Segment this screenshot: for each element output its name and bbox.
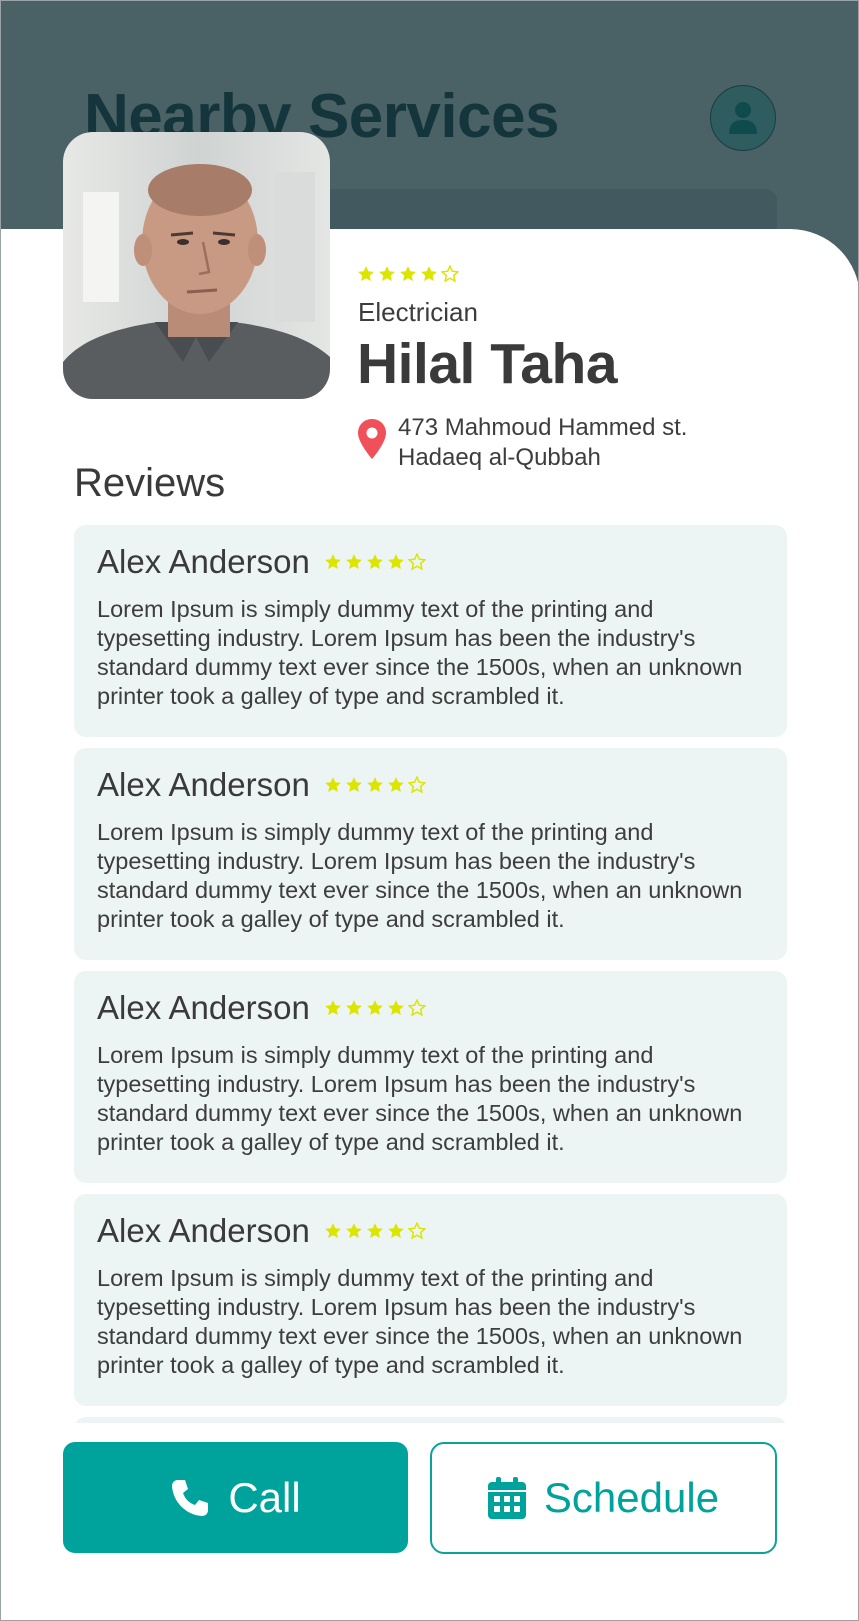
- star-outline-icon: [407, 1222, 426, 1240]
- star-filled-icon: [345, 1000, 362, 1016]
- worker-name: Hilal Taha: [357, 332, 618, 396]
- call-button[interactable]: Call: [63, 1442, 408, 1553]
- review-author: Alex Anderson: [97, 1212, 310, 1249]
- review-author: Alex Anderson: [97, 766, 310, 803]
- star-filled-icon: [366, 1223, 383, 1239]
- star-filled-icon: [324, 554, 341, 570]
- phone-icon: [172, 1479, 209, 1516]
- review-card: Alex Anderson Lorem Ipsum is simply dumm…: [74, 1194, 787, 1406]
- review-text: Lorem Ipsum is simply dummy text of the …: [97, 1042, 743, 1155]
- star-filled-icon: [345, 1223, 362, 1239]
- schedule-button[interactable]: Schedule: [430, 1442, 777, 1554]
- star-filled-icon: [324, 1223, 341, 1239]
- star-filled-icon: [366, 554, 383, 570]
- star-outline-icon: [407, 553, 426, 571]
- worker-address: 473 Mahmoud Hammed st. Hadaeq al-Qubbah: [398, 413, 687, 473]
- star-filled-icon: [324, 1000, 341, 1016]
- profile-button[interactable]: [710, 85, 776, 151]
- star-filled-icon: [366, 777, 383, 793]
- schedule-label: Schedule: [543, 1474, 720, 1521]
- review-rating: [324, 999, 426, 1017]
- star-filled-icon: [421, 266, 437, 282]
- worker-rating: [357, 265, 459, 283]
- star-filled-icon: [345, 777, 362, 793]
- review-card: Alex Anderson Lorem Ipsum is simply dumm…: [74, 971, 787, 1183]
- review-card-partial: [74, 1417, 787, 1423]
- review-author: Alex Anderson: [97, 543, 310, 580]
- star-filled-icon: [366, 1000, 383, 1016]
- star-filled-icon: [345, 554, 362, 570]
- star-filled-icon: [358, 266, 374, 282]
- star-filled-icon: [387, 1223, 404, 1239]
- worker-profession: Electrician: [358, 297, 478, 327]
- star-outline-icon: [407, 776, 426, 794]
- star-outline-icon: [407, 999, 426, 1017]
- star-filled-icon: [387, 777, 404, 793]
- review-text: Lorem Ipsum is simply dummy text of the …: [97, 596, 743, 709]
- review-author: Alex Anderson: [97, 989, 310, 1026]
- star-filled-icon: [387, 1000, 404, 1016]
- review-card: Alex Anderson Lorem Ipsum is simply dumm…: [74, 748, 787, 960]
- review-text: Lorem Ipsum is simply dummy text of the …: [97, 1265, 743, 1378]
- calendar-icon: [487, 1477, 526, 1519]
- worker-photo: [63, 132, 330, 399]
- map-pin-icon: [358, 419, 386, 459]
- user-icon: [729, 102, 757, 134]
- review-text: Lorem Ipsum is simply dummy text of the …: [97, 819, 743, 932]
- star-filled-icon: [387, 554, 404, 570]
- review-card: Alex Anderson Lorem Ipsum is simply dumm…: [74, 525, 787, 737]
- star-outline-icon: [441, 265, 459, 283]
- review-rating: [324, 553, 426, 571]
- reviews-heading: Reviews: [74, 461, 226, 505]
- review-rating: [324, 1222, 426, 1240]
- call-label: Call: [228, 1473, 301, 1521]
- review-rating: [324, 776, 426, 794]
- service-detail-screen: Nearby Services Electrician Hilal Taha 4…: [0, 0, 859, 1621]
- address-line-1: 473 Mahmoud Hammed st.: [398, 414, 688, 441]
- reviews-list[interactable]: Alex Anderson Lorem Ipsum is simply dumm…: [74, 525, 787, 1423]
- star-filled-icon: [400, 266, 416, 282]
- star-filled-icon: [324, 777, 341, 793]
- address-line-2: Hadaeq al-Qubbah: [398, 444, 601, 471]
- star-filled-icon: [379, 266, 395, 282]
